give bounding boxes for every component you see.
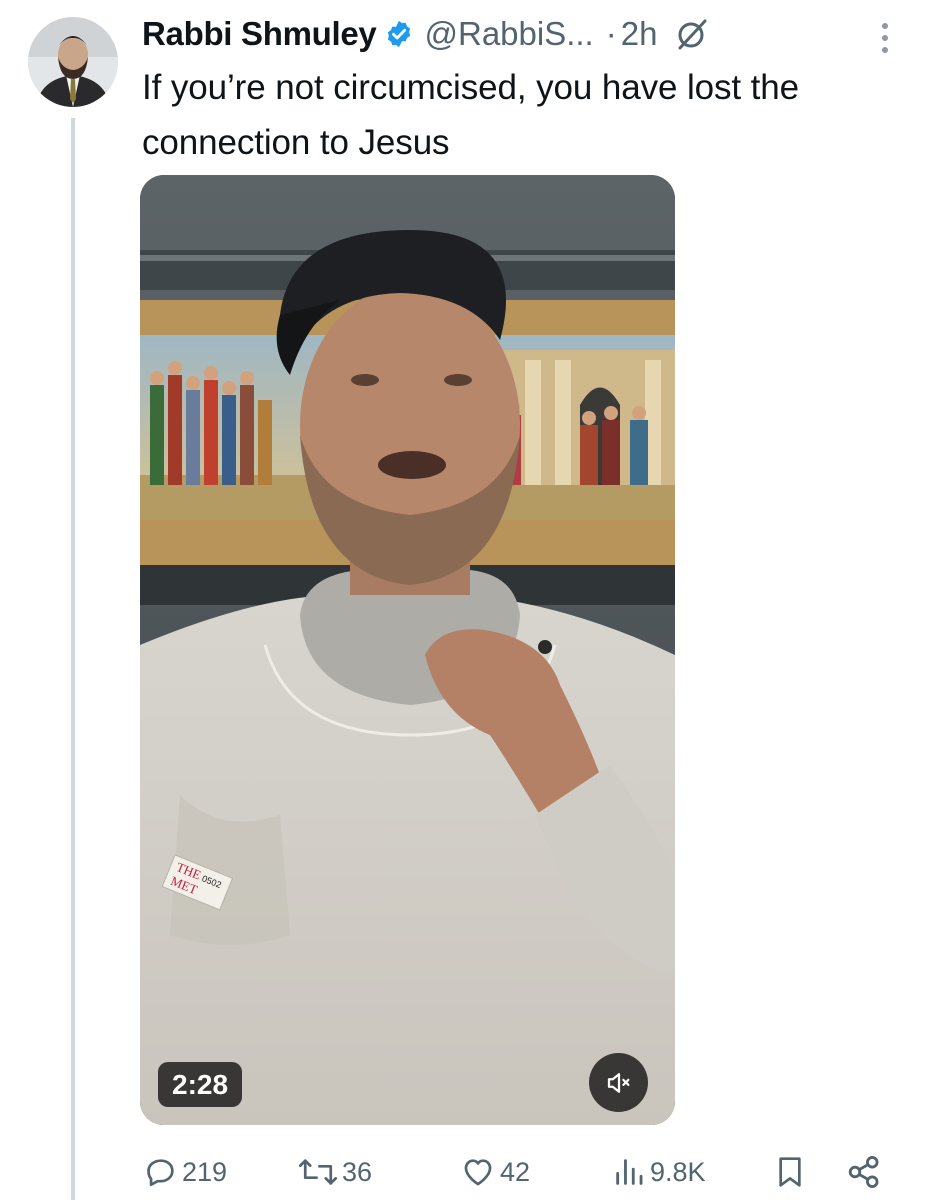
views-bar-chart-icon: [616, 1159, 643, 1185]
repost-button[interactable]: 36: [298, 1148, 372, 1196]
author-name[interactable]: Rabbi Shmuley: [142, 15, 377, 53]
video-player[interactable]: THE MET 0502: [140, 175, 675, 1125]
repost-icon: [298, 1159, 338, 1185]
grok-icon[interactable]: [675, 17, 709, 51]
reply-button[interactable]: 219: [144, 1148, 227, 1196]
avatar-photo: [28, 17, 118, 107]
repost-count: 36: [342, 1156, 373, 1187]
like-count: 42: [500, 1156, 531, 1187]
heart-icon: [464, 1159, 492, 1186]
video-frame: THE MET 0502: [140, 175, 675, 1125]
author-handle[interactable]: @RabbiS...: [424, 15, 593, 53]
mute-button[interactable]: [589, 1053, 648, 1112]
share-button[interactable]: [846, 1148, 882, 1196]
video-duration: 2:28: [158, 1062, 243, 1107]
tweet-text: If you’re not circumcised, you have lost…: [142, 68, 800, 162]
share-icon: [848, 1156, 879, 1188]
tweet-header: Rabbi Shmuley @RabbiS... · 2h: [142, 12, 922, 56]
reply-count: 219: [182, 1156, 228, 1187]
separator-dot: ·: [605, 15, 617, 52]
bookmark-icon: [779, 1157, 801, 1187]
views-count: 9.8K: [650, 1156, 706, 1187]
reply-icon: [147, 1159, 174, 1187]
speaker-muted-icon: [607, 1072, 629, 1093]
thread-connector-line: [71, 118, 75, 1200]
views-button[interactable]: 9.8K: [612, 1148, 706, 1196]
tweet-actions-bar: 219 36 42 9.8K: [142, 1148, 902, 1196]
bookmark-button[interactable]: [774, 1148, 806, 1196]
more-options-icon[interactable]: [872, 18, 898, 58]
timestamp[interactable]: 2h: [621, 15, 658, 53]
verified-badge-icon: [384, 19, 414, 49]
author-avatar[interactable]: [28, 17, 118, 107]
like-button[interactable]: 42: [460, 1148, 530, 1196]
